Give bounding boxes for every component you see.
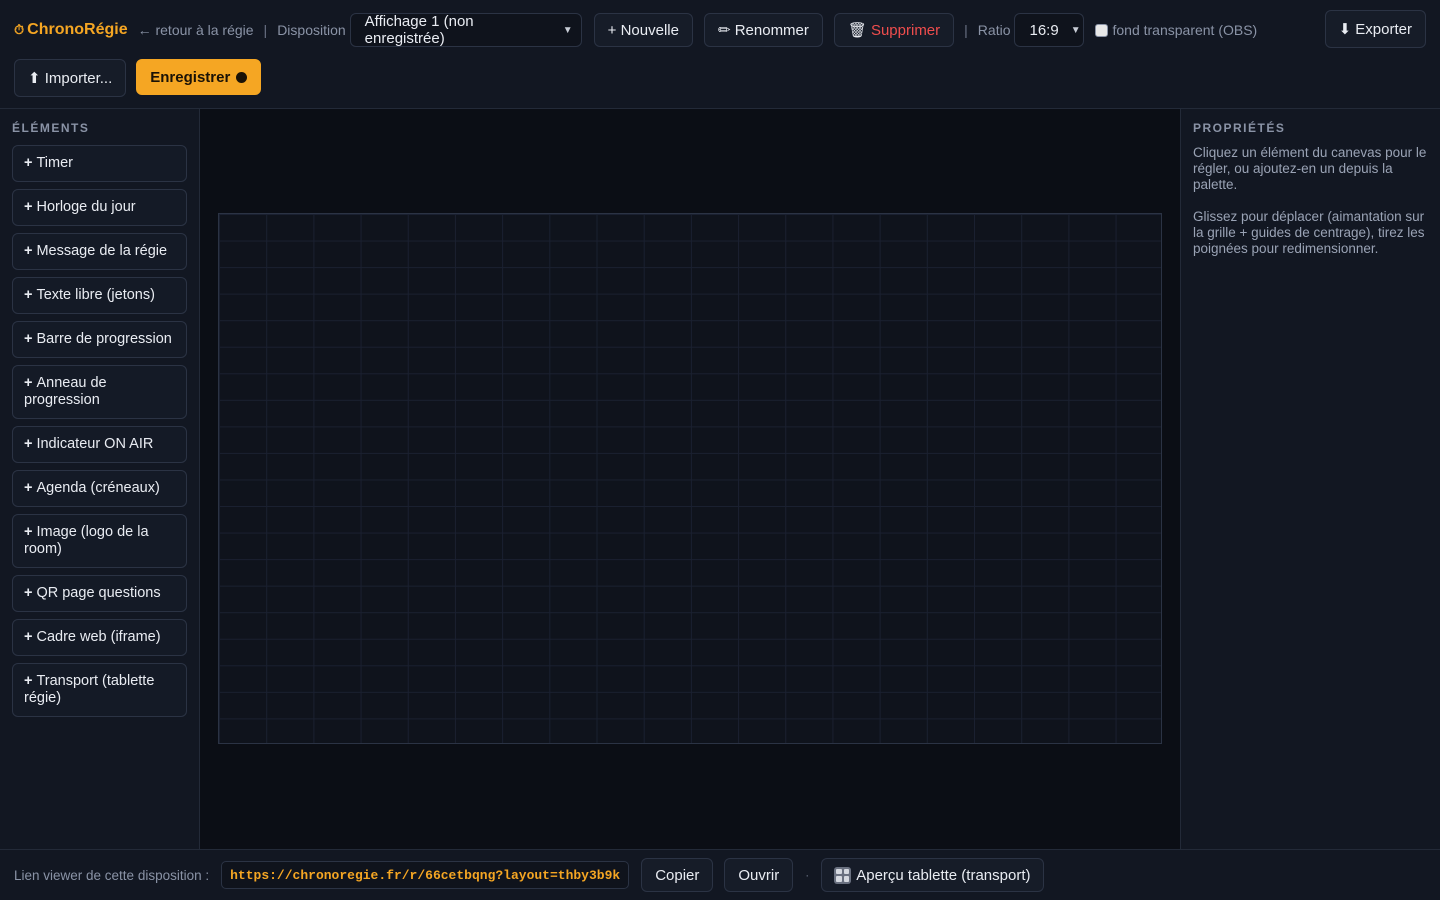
palette-item-label: Indicateur ON AIR	[36, 436, 154, 452]
plus-icon: +	[24, 155, 33, 171]
toolbar-row-2: ⬆ Importer... Enregistrer	[14, 59, 262, 97]
ratio-select[interactable]: 16:9 ▼	[1014, 13, 1085, 47]
plus-icon: +	[24, 585, 33, 601]
tablet-icon	[834, 866, 852, 884]
brand-logo[interactable]: ⏱ ChronoRégie	[14, 21, 128, 39]
palette-item-label: Cadre web (iframe)	[36, 629, 161, 645]
transparent-background-label: fond transparent (OBS)	[1112, 22, 1258, 38]
palette-item[interactable]: + Horloge du jour	[12, 189, 187, 226]
plus-icon: +	[24, 524, 33, 540]
palette-item[interactable]: + Timer	[12, 145, 187, 182]
palette-item-label: Anneau de progression	[24, 375, 107, 408]
layout-select[interactable]: Affichage 1 (non enregistrée) ▼	[349, 13, 582, 47]
palette-item[interactable]: + Image (logo de la room)	[12, 514, 187, 568]
palette-item[interactable]: + QR page questions	[12, 575, 187, 612]
properties-panel: PROPRIÉTÉS Cliquez un élément du canevas…	[1180, 109, 1440, 849]
viewer-url[interactable]: https://chronoregie.fr/r/66cetbqng?layou…	[221, 861, 630, 889]
rename-button[interactable]: ✏ Renommer	[703, 13, 823, 47]
palette-title: ÉLÉMENTS	[12, 121, 90, 135]
new-layout-button[interactable]: + Nouvelle	[593, 13, 693, 47]
palette-item[interactable]: + Cadre web (iframe)	[12, 619, 187, 656]
viewer-link-label: Lien viewer de cette disposition :	[14, 867, 210, 883]
transparent-background-toggle[interactable]: fond transparent (OBS)	[1095, 22, 1257, 38]
transparent-background-checkbox[interactable]	[1095, 23, 1109, 37]
save-button[interactable]: Enregistrer	[136, 59, 262, 95]
tablet-preview-label: Aperçu tablette (transport)	[856, 866, 1031, 884]
palette-item[interactable]: + Texte libre (jetons)	[12, 277, 187, 314]
brand-name: ChronoRégie	[27, 21, 128, 38]
palette-item-label: Image (logo de la room)	[24, 524, 149, 557]
separator: |	[263, 22, 268, 38]
tablet-preview-button[interactable]: Aperçu tablette (transport)	[821, 858, 1044, 892]
palette-list: + Timer + Horloge du jour + Message de la rég…	[12, 145, 187, 717]
disposition-label: Disposition	[277, 22, 346, 38]
separator: ·	[805, 868, 810, 882]
palette-item[interactable]: + Transport (tablette régie)	[12, 663, 187, 717]
palette-item-label: QR page questions	[36, 585, 161, 601]
plus-icon: +	[24, 199, 33, 215]
layout-select-value: Affichage 1 (non enregistrée)	[364, 13, 474, 47]
palette-item-label: Agenda (créneaux)	[36, 480, 160, 496]
palette-item-label: Texte libre (jetons)	[36, 287, 155, 303]
copy-button[interactable]: Copier	[641, 858, 714, 892]
plus-icon: +	[24, 629, 33, 645]
save-label: Enregistrer	[150, 68, 231, 86]
chevron-down-icon: ▼	[562, 24, 573, 36]
plus-icon: +	[24, 331, 33, 347]
palette-item[interactable]: + Agenda (créneaux)	[12, 470, 187, 507]
palette-item-label: Barre de progression	[36, 331, 172, 347]
plus-icon: +	[24, 375, 33, 391]
delete-label: Supprimer	[870, 21, 941, 39]
properties-hint: Cliquez un élément du canevas pour le ré…	[1193, 145, 1427, 192]
top-toolbar: ⏱ ChronoRégie ← retour à la régie | Disp…	[0, 0, 1440, 109]
palette-item[interactable]: + Message de la régie	[12, 233, 187, 270]
layout-canvas[interactable]	[218, 213, 1162, 744]
open-button[interactable]: Ouvrir	[724, 858, 794, 892]
separator: |	[964, 22, 968, 38]
plus-icon: +	[24, 436, 33, 452]
canvas-area	[200, 109, 1180, 849]
properties-title: PROPRIÉTÉS	[1193, 121, 1286, 135]
chevron-down-icon: ▼	[1070, 24, 1081, 36]
palette-item-label: Message de la régie	[36, 243, 168, 259]
stopwatch-icon: ⏱	[14, 22, 25, 37]
elements-palette: ÉLÉMENTS + Timer + Horloge du jour + Message …	[0, 109, 200, 849]
plus-icon: +	[24, 287, 33, 303]
import-button[interactable]: ⬆ Importer...	[14, 59, 127, 97]
plus-icon: +	[24, 480, 33, 496]
ratio-select-value: 16:9	[1029, 21, 1059, 39]
palette-item[interactable]: + Indicateur ON AIR	[12, 426, 187, 463]
properties-hint: Glissez pour déplacer (aimantation sur l…	[1193, 209, 1425, 256]
delete-button[interactable]: 🗑 Supprimer	[833, 13, 955, 47]
palette-item-label: Transport (tablette régie)	[24, 673, 155, 706]
back-link[interactable]: ← retour à la régie	[138, 22, 254, 38]
unsaved-dot-icon	[236, 71, 248, 83]
plus-icon: +	[24, 673, 33, 689]
palette-item[interactable]: + Barre de progression	[12, 321, 187, 358]
export-button[interactable]: ⬇ Exporter	[1324, 10, 1426, 48]
toolbar-row-1: ⏱ ChronoRégie ← retour à la régie | Disp…	[14, 11, 1257, 49]
palette-item-label: Horloge du jour	[36, 199, 136, 215]
palette-item[interactable]: + Anneau de progression	[12, 365, 187, 419]
palette-item-label: Timer	[36, 155, 73, 171]
footer-bar: Lien viewer de cette disposition : https…	[0, 849, 1440, 900]
plus-icon: +	[24, 243, 33, 259]
trash-icon: 🗑	[847, 22, 867, 39]
ratio-label: Ratio	[977, 22, 1011, 38]
